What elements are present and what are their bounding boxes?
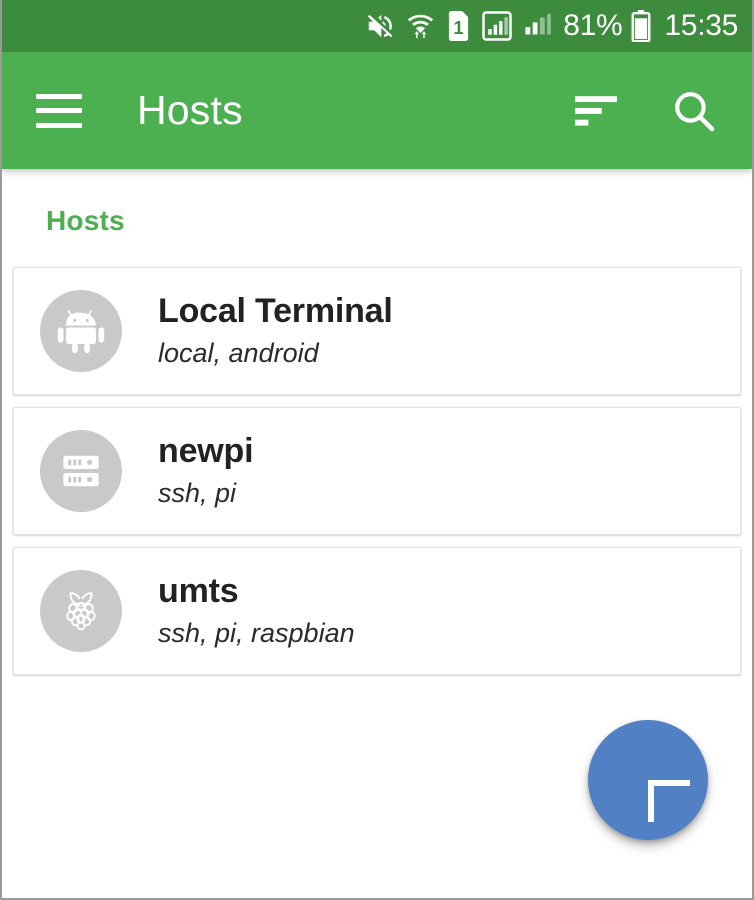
app-bar: Hosts: [2, 52, 752, 169]
host-list-item[interactable]: newpi ssh, pi: [13, 407, 741, 535]
content-area: Hosts Local Terminal local, android newp…: [2, 169, 752, 898]
avatar: [40, 430, 122, 512]
host-title: newpi: [158, 432, 254, 471]
volume-mute-icon: [365, 11, 395, 41]
phone-screen: 1 81% 15:35 Hosts Hosts Local Terminal l…: [0, 0, 754, 900]
battery-icon: [631, 10, 651, 42]
server-rack-icon: [57, 447, 105, 495]
avatar: [40, 290, 122, 372]
host-subtitle: ssh, pi: [158, 477, 237, 508]
host-text: umts ssh, pi, raspbian: [158, 571, 355, 650]
page-title: Hosts: [137, 87, 243, 133]
battery-percent-label: 81%: [563, 9, 623, 42]
wifi-transfer-icon: [406, 11, 435, 41]
host-subtitle: ssh, pi, raspbian: [158, 617, 355, 648]
signal-bars-icon: [523, 11, 552, 41]
host-text: newpi ssh, pi: [158, 431, 254, 510]
svg-text:1: 1: [454, 18, 464, 38]
host-text: Local Terminal local, android: [158, 291, 393, 370]
avatar: [40, 570, 122, 652]
host-list-item[interactable]: umts ssh, pi, raspbian: [13, 547, 741, 675]
host-subtitle: local, android: [158, 337, 319, 368]
clock-label: 15:35: [664, 9, 738, 42]
host-title: umts: [158, 572, 239, 611]
hamburger-menu-icon[interactable]: [36, 93, 82, 128]
sim-card-1-icon: 1: [446, 11, 471, 41]
host-list-item[interactable]: Local Terminal local, android: [13, 267, 741, 395]
add-host-fab[interactable]: [588, 720, 708, 840]
section-header-hosts: Hosts: [46, 205, 125, 236]
raspberry-pi-icon: [54, 584, 108, 638]
android-robot-icon: [55, 305, 107, 357]
status-bar: 1 81% 15:35: [2, 0, 752, 52]
search-icon[interactable]: [666, 83, 722, 139]
sort-icon[interactable]: [568, 83, 624, 139]
signal-bars-boxed-icon: [482, 11, 513, 41]
host-title: Local Terminal: [158, 292, 393, 331]
